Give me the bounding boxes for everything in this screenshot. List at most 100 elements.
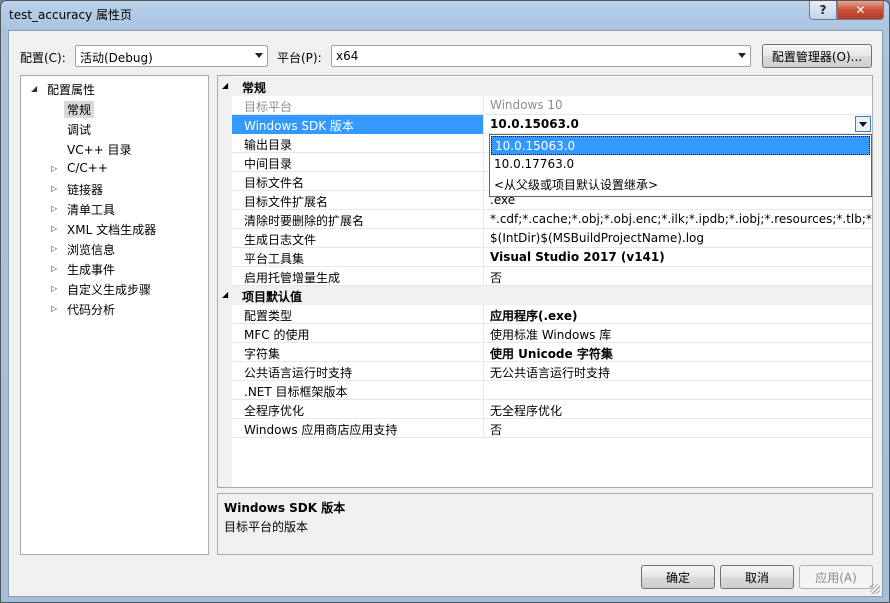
property-name: 平台工具集 [232,248,484,267]
tree-item[interactable]: ▷ 代码分析 [21,299,208,319]
grid-category[interactable]: ◢ 常规 [218,77,872,96]
property-row[interactable]: 生成日志文件 $(IntDir)$(MSBuildProjectName).log [232,229,872,248]
tree-item-label: 配置属性 [47,83,96,97]
platform-value: x64 [336,49,359,63]
property-value[interactable] [485,381,872,400]
property-value[interactable]: *.cdf;*.cache;*.obj;*.obj.enc;*.ilk;*.ip… [485,210,872,229]
tree-item[interactable]: ▷ C/C++ [21,159,208,179]
tree-item-label: 代码分析 [67,303,116,317]
sdk-version-dropdown-list[interactable]: 10.0.15063.0 10.0.17763.0 <从父级或项目默认设置继承> [489,134,872,197]
tree-item[interactable]: ▷ XML 文档生成器 [21,219,208,239]
tree-expander-icon[interactable]: ▷ [51,284,57,293]
resize-grip-icon[interactable] [870,584,880,594]
tree-item[interactable]: ▷ 链接器 [21,179,208,199]
tree-item[interactable]: ▷ 生成事件 [21,259,208,279]
property-name: 清除时要删除的扩展名 [232,210,484,229]
category-label: 项目默认值 [242,290,303,304]
dropdown-option[interactable]: 10.0.17763.0 [491,155,870,174]
tree-expander-icon[interactable]: ▷ [51,264,57,273]
property-value[interactable]: 10.0.15063.0 [485,115,872,134]
tree-item[interactable]: 常规 [21,99,208,119]
property-tree[interactable]: ◢ 配置属性 常规 调试 VC++ 目录 ▷ C/C++ ▷ 链接器 ▷ 清单工具 ▷ XML 文档生成… [20,75,209,555]
property-row[interactable]: 清除时要删除的扩展名 *.cdf;*.cache;*.obj;*.obj.enc;… [232,210,872,229]
property-row[interactable]: Windows SDK 版本 10.0.15063.0 [232,115,872,134]
window-title: test_accuracy 属性页 [9,8,133,22]
property-value[interactable]: 无公共语言运行时支持 [485,362,872,381]
property-pages-window: test_accuracy 属性页 ? ✕ 配置(C): 活动(Debug) 平… [0,0,890,603]
property-value[interactable]: Visual Studio 2017 (v141) [485,248,872,267]
config-manager-button[interactable]: 配置管理器(O)... [762,44,872,68]
property-name: 目标平台 [232,96,484,115]
property-value[interactable]: 否 [485,419,872,438]
property-row[interactable]: 全程序优化 无全程序优化 [232,400,872,419]
tree-item[interactable]: ▷ 清单工具 [21,199,208,219]
tree-item[interactable]: ▷ 浏览信息 [21,239,208,259]
tree-item-label: VC++ 目录 [67,143,132,157]
property-name: 公共语言运行时支持 [232,362,484,381]
property-row[interactable]: 启用托管增量生成否 [232,267,872,286]
property-value[interactable]: 否 [485,267,872,286]
property-row[interactable]: 平台工具集 Visual Studio 2017 (v141) [232,248,872,267]
config-combobox[interactable]: 活动(Debug) [75,45,268,67]
tree-item[interactable]: ▷ 自定义生成步骤 [21,279,208,299]
tree-item-label: C/C++ [67,161,108,175]
dialog-client-area: 配置(C): 活动(Debug) 平台(P): x64 配置管理器(O)... … [8,30,883,597]
property-row[interactable]: 配置类型 应用程序(.exe) [232,305,872,324]
chevron-down-icon [255,53,263,58]
property-name: 启用托管增量生成 [232,267,484,286]
property-value[interactable]: Windows 10 [485,96,872,115]
tree-expander-icon[interactable]: ▷ [51,224,57,233]
apply-button[interactable]: 应用(A) [799,565,873,589]
property-row[interactable]: .NET 目标框架版本 [232,381,872,400]
property-value[interactable]: 使用 Unicode 字符集 [485,343,872,362]
title-bar[interactable]: test_accuracy 属性页 ? ✕ [1,1,889,29]
property-row[interactable]: 目标平台 Windows 10 [232,96,872,115]
property-row[interactable]: 公共语言运行时支持 无公共语言运行时支持 [232,362,872,381]
category-expander-icon[interactable]: ◢ [222,81,228,90]
property-name: 目标文件扩展名 [232,191,484,210]
chevron-down-icon [738,53,746,58]
help-button[interactable]: ? [809,1,837,20]
platform-combobox[interactable]: x64 [331,45,751,67]
tree-item-label: XML 文档生成器 [67,223,157,237]
config-label: 配置(C): [20,51,66,65]
dropdown-option[interactable]: 10.0.15063.0 [491,136,870,155]
grid-category[interactable]: ◢ 项目默认值 [218,286,872,305]
tree-item[interactable]: VC++ 目录 [21,139,208,159]
tree-item-label: 清单工具 [67,203,116,217]
description-panel: Windows SDK 版本 目标平台的版本 [217,493,873,555]
tree-item-label: 调试 [67,123,92,137]
tree-item[interactable]: 调试 [21,119,208,139]
tree-expander-icon[interactable]: ▷ [51,164,57,173]
tree-expander-icon[interactable]: ▷ [51,244,57,253]
chevron-down-icon [859,122,867,127]
property-value[interactable]: 无全程序优化 [485,400,872,419]
tree-item-label: 自定义生成步骤 [67,283,152,297]
property-value[interactable]: $(IntDir)$(MSBuildProjectName).log [485,229,872,248]
close-button[interactable]: ✕ [837,1,884,20]
property-row[interactable]: Windows 应用商店应用支持否 [232,419,872,438]
tree-expander-icon[interactable]: ◢ [31,84,37,93]
tree-item[interactable]: ◢ 配置属性 [21,79,208,99]
close-icon: ✕ [855,3,866,17]
category-expander-icon[interactable]: ◢ [222,290,228,299]
property-name: 配置类型 [232,305,484,324]
property-value[interactable]: 应用程序(.exe) [485,305,872,324]
dropdown-option[interactable]: <从父级或项目默认设置继承> [491,174,870,193]
tree-expander-icon[interactable]: ▷ [51,304,57,313]
property-row[interactable]: MFC 的使用 使用标准 Windows 库 [232,324,872,343]
property-name: 全程序优化 [232,400,484,419]
property-name: 中间目录 [232,153,484,172]
property-name: Windows SDK 版本 [232,115,484,134]
tree-item-label: 浏览信息 [67,243,116,257]
platform-label: 平台(P): [277,51,322,65]
property-name: MFC 的使用 [232,324,484,343]
cancel-button[interactable]: 取消 [720,565,794,589]
tree-expander-icon[interactable]: ▷ [51,184,57,193]
property-name: 生成日志文件 [232,229,484,248]
ok-button[interactable]: 确定 [641,565,715,589]
tree-expander-icon[interactable]: ▷ [51,204,57,213]
property-row[interactable]: 字符集 使用 Unicode 字符集 [232,343,872,362]
property-value[interactable]: 使用标准 Windows 库 [485,324,872,343]
value-dropdown-button[interactable] [855,116,871,132]
